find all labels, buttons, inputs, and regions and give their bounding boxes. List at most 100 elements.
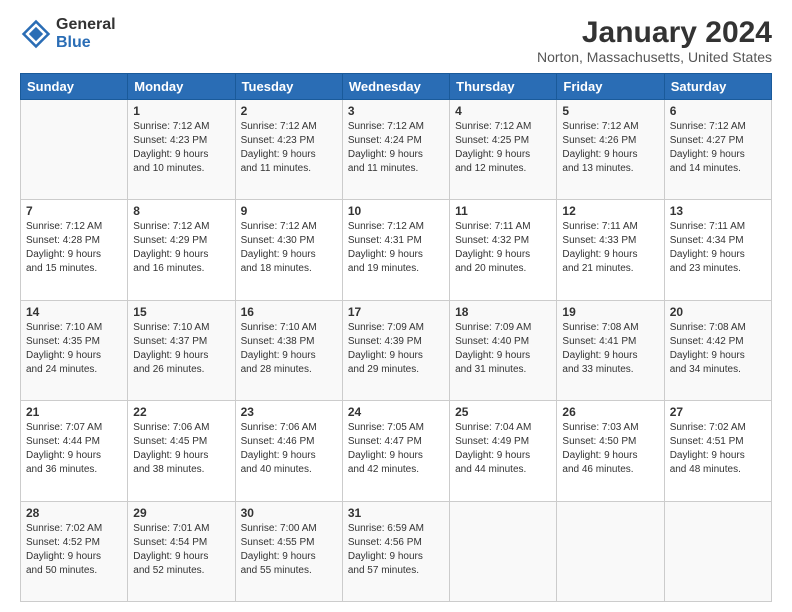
day-number: 8: [133, 204, 229, 218]
day-number: 24: [348, 405, 444, 419]
day-info: Sunrise: 7:12 AM Sunset: 4:23 PM Dayligh…: [133, 120, 229, 176]
day-info: Sunrise: 7:02 AM Sunset: 4:51 PM Dayligh…: [670, 421, 766, 477]
day-number: 5: [562, 104, 658, 118]
weekday-header: Sunday: [21, 74, 128, 100]
day-info: Sunrise: 7:06 AM Sunset: 4:46 PM Dayligh…: [241, 421, 337, 477]
day-number: 22: [133, 405, 229, 419]
weekday-header: Friday: [557, 74, 664, 100]
day-number: 2: [241, 104, 337, 118]
logo-general-text: General: [56, 16, 116, 34]
day-number: 16: [241, 305, 337, 319]
day-info: Sunrise: 7:12 AM Sunset: 4:23 PM Dayligh…: [241, 120, 337, 176]
month-title: January 2024: [537, 16, 772, 49]
day-info: Sunrise: 7:05 AM Sunset: 4:47 PM Dayligh…: [348, 421, 444, 477]
calendar-cell: [21, 100, 128, 200]
calendar-week-row: 28Sunrise: 7:02 AM Sunset: 4:52 PM Dayli…: [21, 501, 772, 601]
calendar-cell: 31 Sunrise: 6:59 AM Sunset: 4:56 PM Dayli…: [342, 501, 449, 601]
calendar-week-row: 1Sunrise: 7:12 AM Sunset: 4:23 PM Daylig…: [21, 100, 772, 200]
day-info: Sunrise: 7:00 AM Sunset: 4:55 PM Dayligh…: [241, 522, 337, 578]
calendar-cell: 27 Sunrise: 7:02 AM Sunset: 4:51 PM Dayli…: [664, 401, 771, 501]
calendar-cell: 16 Sunrise: 7:10 AM Sunset: 4:38 PM Dayli…: [235, 300, 342, 400]
calendar-cell: [557, 501, 664, 601]
page: General Blue January 2024 Norton, Massac…: [0, 0, 792, 612]
calendar-cell: 8 Sunrise: 7:12 AM Sunset: 4:29 PM Daylig…: [128, 200, 235, 300]
day-info: Sunrise: 7:08 AM Sunset: 4:41 PM Dayligh…: [562, 321, 658, 377]
calendar-cell: 15 Sunrise: 7:10 AM Sunset: 4:37 PM Dayli…: [128, 300, 235, 400]
calendar-cell: 20 Sunrise: 7:08 AM Sunset: 4:42 PM Dayli…: [664, 300, 771, 400]
logo-text: General Blue: [56, 16, 116, 51]
day-info: Sunrise: 7:12 AM Sunset: 4:29 PM Dayligh…: [133, 220, 229, 276]
day-number: 30: [241, 506, 337, 520]
day-number: 31: [348, 506, 444, 520]
day-info: Sunrise: 7:10 AM Sunset: 4:37 PM Dayligh…: [133, 321, 229, 377]
calendar-cell: 3 Sunrise: 7:12 AM Sunset: 4:24 PM Daylig…: [342, 100, 449, 200]
calendar-cell: 14Sunrise: 7:10 AM Sunset: 4:35 PM Dayli…: [21, 300, 128, 400]
calendar-week-row: 14Sunrise: 7:10 AM Sunset: 4:35 PM Dayli…: [21, 300, 772, 400]
calendar-cell: 29 Sunrise: 7:01 AM Sunset: 4:54 PM Dayli…: [128, 501, 235, 601]
day-info: Sunrise: 7:12 AM Sunset: 4:31 PM Dayligh…: [348, 220, 444, 276]
day-number: 10: [348, 204, 444, 218]
calendar-header: SundayMondayTuesdayWednesdayThursdayFrid…: [21, 74, 772, 100]
calendar-cell: 5 Sunrise: 7:12 AM Sunset: 4:26 PM Daylig…: [557, 100, 664, 200]
day-number: 7: [26, 204, 122, 218]
day-number: 4: [455, 104, 551, 118]
day-number: 18: [455, 305, 551, 319]
calendar-cell: 13 Sunrise: 7:11 AM Sunset: 4:34 PM Dayli…: [664, 200, 771, 300]
calendar-cell: 23Sunrise: 7:06 AM Sunset: 4:46 PM Dayli…: [235, 401, 342, 501]
title-block: January 2024 Norton, Massachusetts, Unit…: [537, 16, 772, 65]
day-number: 15: [133, 305, 229, 319]
header: General Blue January 2024 Norton, Massac…: [20, 16, 772, 65]
day-number: 20: [670, 305, 766, 319]
day-info: Sunrise: 7:12 AM Sunset: 4:24 PM Dayligh…: [348, 120, 444, 176]
day-info: Sunrise: 7:11 AM Sunset: 4:32 PM Dayligh…: [455, 220, 551, 276]
calendar-cell: 10 Sunrise: 7:12 AM Sunset: 4:31 PM Dayli…: [342, 200, 449, 300]
day-info: Sunrise: 7:02 AM Sunset: 4:52 PM Dayligh…: [26, 522, 122, 578]
day-number: 9: [241, 204, 337, 218]
calendar-table: SundayMondayTuesdayWednesdayThursdayFrid…: [20, 73, 772, 602]
calendar-cell: [664, 501, 771, 601]
calendar-cell: 19 Sunrise: 7:08 AM Sunset: 4:41 PM Dayli…: [557, 300, 664, 400]
day-number: 26: [562, 405, 658, 419]
day-info: Sunrise: 6:59 AM Sunset: 4:56 PM Dayligh…: [348, 522, 444, 578]
logo-blue-text: Blue: [56, 34, 116, 52]
day-number: 11: [455, 204, 551, 218]
calendar-cell: [450, 501, 557, 601]
day-info: Sunrise: 7:12 AM Sunset: 4:28 PM Dayligh…: [26, 220, 122, 276]
calendar-cell: 21Sunrise: 7:07 AM Sunset: 4:44 PM Dayli…: [21, 401, 128, 501]
day-info: Sunrise: 7:04 AM Sunset: 4:49 PM Dayligh…: [455, 421, 551, 477]
day-number: 13: [670, 204, 766, 218]
day-info: Sunrise: 7:01 AM Sunset: 4:54 PM Dayligh…: [133, 522, 229, 578]
day-info: Sunrise: 7:11 AM Sunset: 4:34 PM Dayligh…: [670, 220, 766, 276]
day-number: 6: [670, 104, 766, 118]
day-info: Sunrise: 7:07 AM Sunset: 4:44 PM Dayligh…: [26, 421, 122, 477]
calendar-cell: 12 Sunrise: 7:11 AM Sunset: 4:33 PM Dayli…: [557, 200, 664, 300]
logo-icon: [20, 18, 52, 50]
calendar-week-row: 21Sunrise: 7:07 AM Sunset: 4:44 PM Dayli…: [21, 401, 772, 501]
day-info: Sunrise: 7:08 AM Sunset: 4:42 PM Dayligh…: [670, 321, 766, 377]
day-info: Sunrise: 7:09 AM Sunset: 4:40 PM Dayligh…: [455, 321, 551, 377]
day-info: Sunrise: 7:12 AM Sunset: 4:25 PM Dayligh…: [455, 120, 551, 176]
day-info: Sunrise: 7:10 AM Sunset: 4:38 PM Dayligh…: [241, 321, 337, 377]
logo: General Blue: [20, 16, 116, 51]
day-number: 19: [562, 305, 658, 319]
weekday-header-row: SundayMondayTuesdayWednesdayThursdayFrid…: [21, 74, 772, 100]
day-info: Sunrise: 7:12 AM Sunset: 4:26 PM Dayligh…: [562, 120, 658, 176]
day-info: Sunrise: 7:03 AM Sunset: 4:50 PM Dayligh…: [562, 421, 658, 477]
day-number: 25: [455, 405, 551, 419]
day-number: 12: [562, 204, 658, 218]
weekday-header: Monday: [128, 74, 235, 100]
day-info: Sunrise: 7:11 AM Sunset: 4:33 PM Dayligh…: [562, 220, 658, 276]
weekday-header: Thursday: [450, 74, 557, 100]
calendar-cell: 18 Sunrise: 7:09 AM Sunset: 4:40 PM Dayli…: [450, 300, 557, 400]
day-number: 14: [26, 305, 122, 319]
calendar-cell: 4 Sunrise: 7:12 AM Sunset: 4:25 PM Daylig…: [450, 100, 557, 200]
day-info: Sunrise: 7:09 AM Sunset: 4:39 PM Dayligh…: [348, 321, 444, 377]
day-number: 29: [133, 506, 229, 520]
day-number: 17: [348, 305, 444, 319]
day-number: 3: [348, 104, 444, 118]
day-number: 27: [670, 405, 766, 419]
calendar-cell: 26 Sunrise: 7:03 AM Sunset: 4:50 PM Dayli…: [557, 401, 664, 501]
calendar-cell: 7 Sunrise: 7:12 AM Sunset: 4:28 PM Daylig…: [21, 200, 128, 300]
day-info: Sunrise: 7:06 AM Sunset: 4:45 PM Dayligh…: [133, 421, 229, 477]
day-info: Sunrise: 7:12 AM Sunset: 4:27 PM Dayligh…: [670, 120, 766, 176]
